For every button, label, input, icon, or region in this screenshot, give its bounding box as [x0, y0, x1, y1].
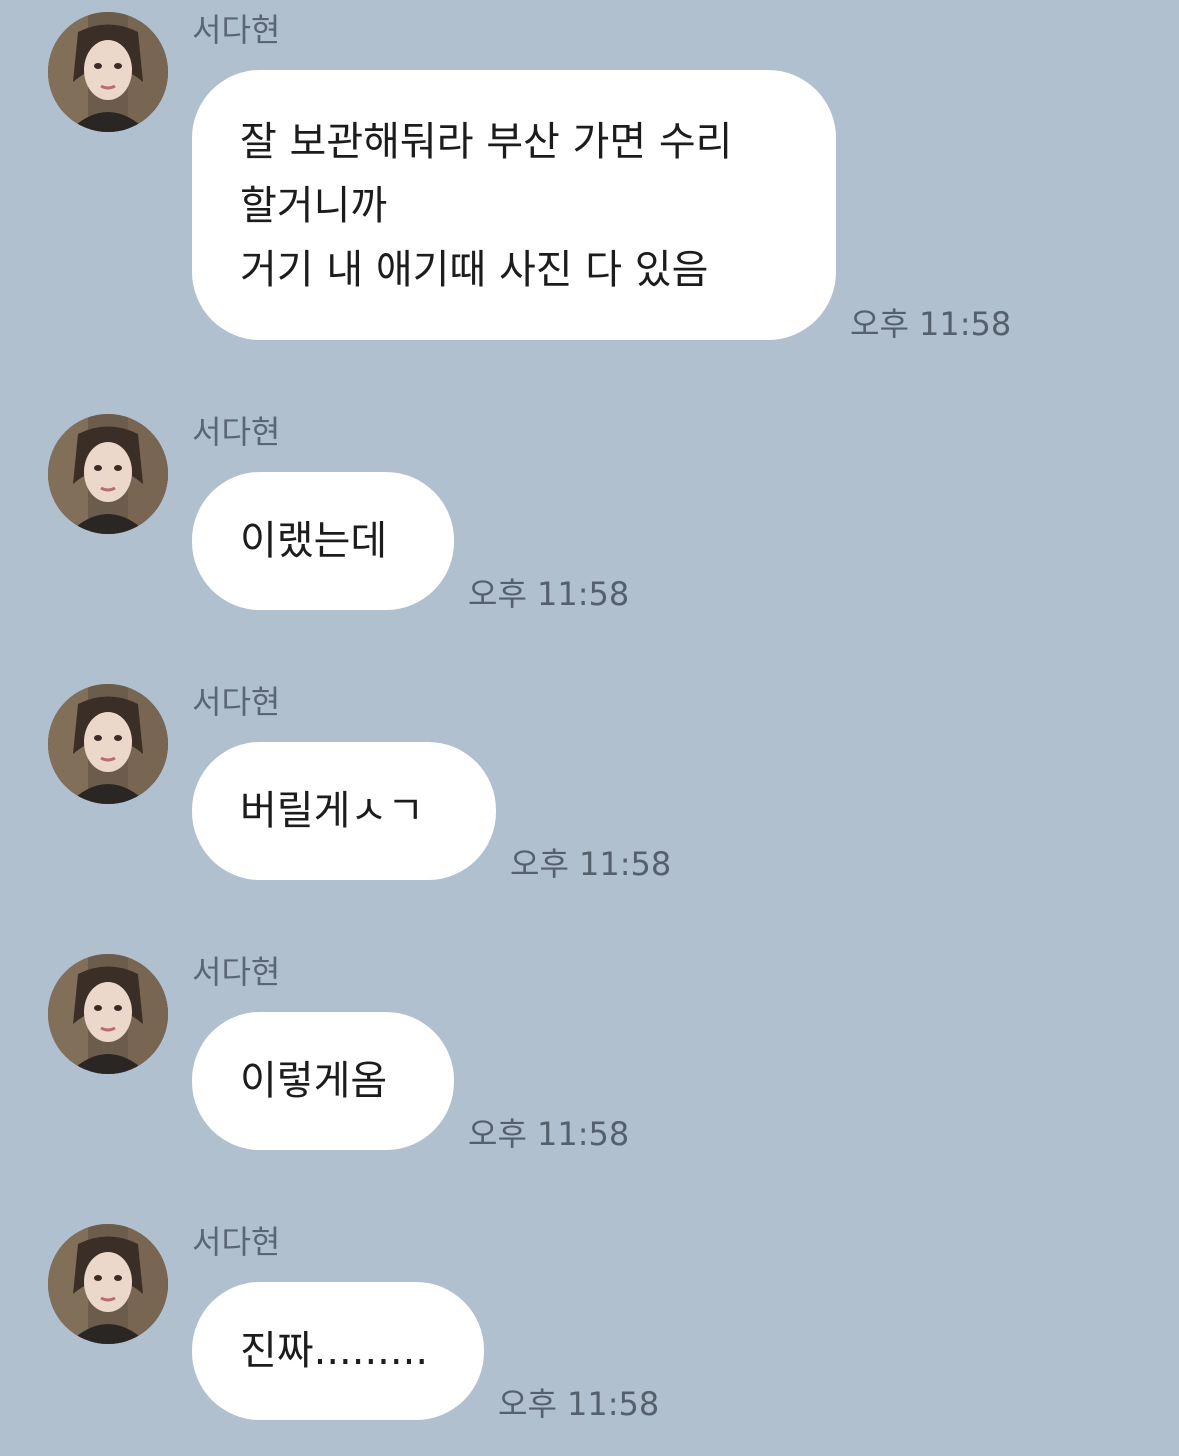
avatar-photo-icon [48, 954, 168, 1074]
message-bubble[interactable]: 버릴게ㅅㄱ [192, 742, 496, 880]
message-line: 이렇게옴 [240, 1058, 388, 1104]
sender-name: 서다현 [192, 1223, 281, 1261]
message-bubble[interactable]: 이렇게옴 [192, 1012, 454, 1150]
message-row: 서다현 버릴게ㅅㄱ 오후 11:58 [0, 672, 1179, 883]
avatar[interactable] [48, 12, 168, 132]
sender-name: 서다현 [192, 11, 281, 49]
message-line: 잘 보관해둬라 부산 가면 수리 [240, 119, 733, 165]
sender-name: 서다현 [192, 413, 281, 451]
avatar[interactable] [48, 1224, 168, 1344]
message-line: 거기 내 애기때 사진 다 있음 [240, 247, 709, 293]
message-bubble[interactable]: 진짜......... [192, 1282, 484, 1420]
message-row: 서다현 이랬는데 오후 11:58 [0, 402, 1179, 613]
message-row: 서다현 진짜......... 오후 11:58 [0, 1212, 1179, 1423]
avatar-photo-icon [48, 684, 168, 804]
message-time: 오후 11:58 [498, 1385, 660, 1423]
avatar[interactable] [48, 954, 168, 1074]
message-line: 이랬는데 [240, 518, 388, 564]
avatar-photo-icon [48, 414, 168, 534]
message-time: 오후 11:58 [468, 575, 630, 613]
message-row: 서다현 이렇게옴 오후 11:58 [0, 942, 1179, 1153]
sender-name: 서다현 [192, 953, 281, 991]
chat-area[interactable]: 서다현 잘 보관해둬라 부산 가면 수리 할거니까 거기 내 애기때 사진 다 … [0, 0, 1179, 1456]
message-line: 진짜......... [240, 1328, 429, 1374]
message-time: 오후 11:58 [468, 1115, 630, 1153]
avatar-photo-icon [48, 12, 168, 132]
sender-name: 서다현 [192, 683, 281, 721]
avatar[interactable] [48, 414, 168, 534]
message-time: 오후 11:58 [510, 845, 672, 883]
message-bubble[interactable]: 잘 보관해둬라 부산 가면 수리 할거니까 거기 내 애기때 사진 다 있음 [192, 70, 836, 340]
message-line: 할거니까 [240, 183, 388, 229]
message-row: 서다현 잘 보관해둬라 부산 가면 수리 할거니까 거기 내 애기때 사진 다 … [0, 0, 1179, 350]
message-bubble[interactable]: 이랬는데 [192, 472, 454, 610]
message-line: 버릴게ㅅㄱ [240, 788, 424, 834]
avatar-photo-icon [48, 1224, 168, 1344]
avatar[interactable] [48, 684, 168, 804]
message-time: 오후 11:58 [850, 305, 1012, 343]
